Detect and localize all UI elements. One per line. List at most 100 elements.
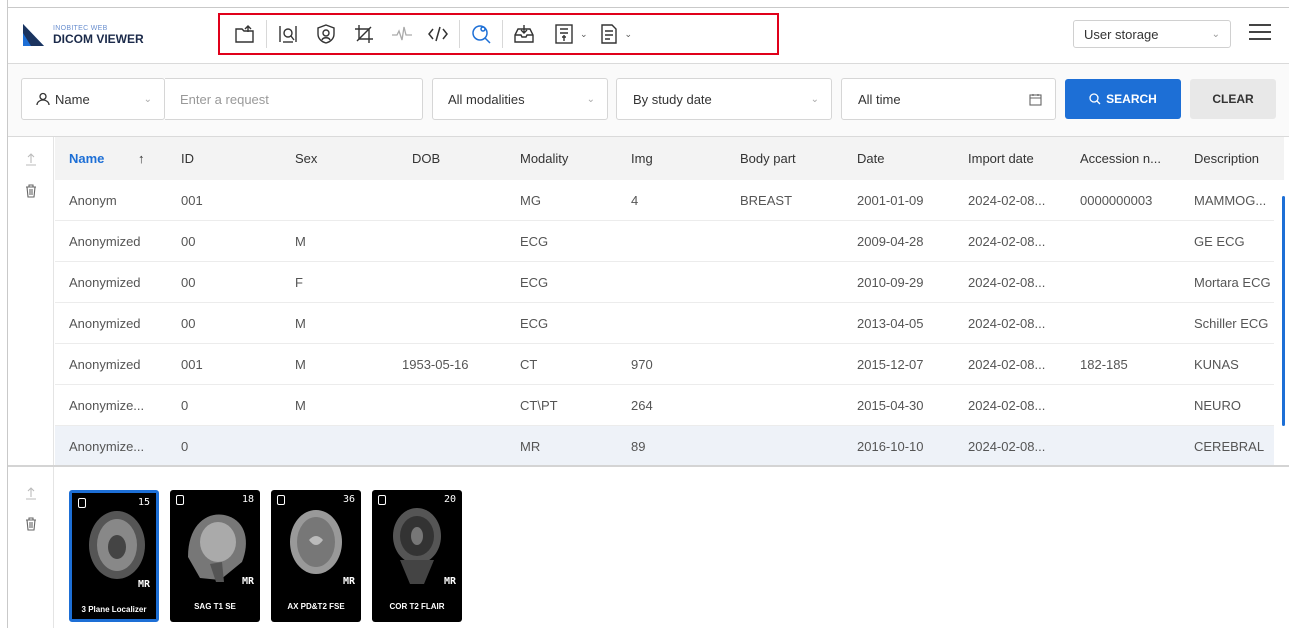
- cell-img: 4: [631, 193, 639, 208]
- column-header-img[interactable]: Img: [631, 151, 653, 166]
- cell-description: CEREBRAL: [1194, 439, 1265, 454]
- database-icon: [277, 495, 285, 505]
- cell-id: 001: [181, 357, 203, 372]
- cell-modality: ECG: [520, 234, 549, 249]
- cell-id: 001: [181, 193, 203, 208]
- cell-description: GE ECG: [1194, 234, 1245, 249]
- cell-description: Schiller ECG: [1194, 316, 1269, 331]
- column-header-modality[interactable]: Modality: [520, 151, 568, 166]
- crop-edit-icon[interactable]: [349, 19, 379, 49]
- series-image-count: 20: [443, 494, 456, 505]
- clear-button[interactable]: CLEAR: [1190, 79, 1276, 119]
- database-icon: [176, 495, 184, 505]
- download-tray-icon[interactable]: [509, 19, 539, 49]
- cell-name: Anonymized: [69, 234, 141, 249]
- cell-import-date: 2024-02-08...: [968, 357, 1046, 372]
- cell-name: Anonymize...: [69, 398, 145, 413]
- cell-modality: CT: [520, 357, 538, 372]
- column-header-sex[interactable]: Sex: [295, 151, 317, 166]
- column-header-dob[interactable]: DOB: [412, 151, 440, 166]
- column-header-import-date[interactable]: Import date: [968, 151, 1034, 166]
- search-settings-icon[interactable]: [466, 19, 496, 49]
- logo-title: DICOM VIEWER: [53, 32, 144, 46]
- cell-sex: M: [295, 234, 306, 249]
- column-header-accession[interactable]: Accession n...: [1080, 151, 1161, 166]
- search-button[interactable]: SEARCH: [1065, 79, 1181, 119]
- cell-date: 2016-10-10: [857, 439, 924, 454]
- cell-modality: MR: [520, 439, 541, 454]
- report-icon[interactable]: [594, 19, 624, 49]
- modality-select[interactable]: All modalities ⌄: [432, 78, 608, 120]
- search-bar: Name ⌄ Enter a request All modalities ⌄ …: [8, 64, 1289, 136]
- main-toolbar: ⌄ ⌄: [218, 13, 779, 55]
- chevron-down-icon: ⌄: [586, 93, 595, 105]
- series-label: 3 Plane Localizer: [81, 605, 147, 614]
- trash-icon[interactable]: [23, 516, 39, 532]
- hamburger-menu-icon[interactable]: [1249, 24, 1271, 44]
- table-scrollbar[interactable]: [1282, 196, 1285, 426]
- cell-sex: M: [295, 316, 306, 331]
- anonymize-shield-icon[interactable]: [311, 19, 341, 49]
- table-row[interactable]: Anonym 001 MG 4 BREAST 2001-01-09 2024-02-08..…: [55, 180, 1274, 221]
- cell-import-date: 2024-02-08...: [968, 398, 1046, 413]
- studies-side-strip: [8, 137, 54, 465]
- cell-date: 2015-04-30: [857, 398, 924, 413]
- ecg-wave-icon[interactable]: [387, 19, 417, 49]
- series-thumbnail[interactable]: 18 MR SAG T1 SE: [170, 490, 260, 622]
- cell-dob: 1953-05-16: [402, 357, 469, 372]
- series-image-count: 36: [342, 494, 355, 505]
- table-row[interactable]: Anonymize... 0 M CT\PT 264 2015-04-30 2024-02-…: [55, 385, 1274, 426]
- database-icon: [78, 498, 86, 508]
- search-icon: [1089, 93, 1101, 105]
- column-header-description[interactable]: Description: [1194, 151, 1259, 166]
- cell-sex: M: [295, 357, 306, 372]
- series-thumbnail[interactable]: 36 MR AX PD&T2 FSE: [271, 490, 361, 622]
- cell-import-date: 2024-02-08...: [968, 316, 1046, 331]
- cell-description: NEURO: [1194, 398, 1241, 413]
- period-picker[interactable]: All time: [841, 78, 1056, 120]
- app-logo[interactable]: INOBITEC WEB DICOM VIEWER: [20, 22, 144, 48]
- series-thumbnail[interactable]: 20 MR COR T2 FLAIR: [372, 490, 462, 622]
- series-thumbnail[interactable]: 15 MR 3 Plane Localizer: [69, 490, 159, 622]
- cell-img: 970: [631, 357, 653, 372]
- upload-icon[interactable]: [23, 485, 39, 501]
- user-icon: [36, 92, 50, 106]
- logo-subtitle: INOBITEC WEB: [53, 25, 108, 32]
- sort-ascending-icon[interactable]: ↑: [138, 151, 145, 166]
- cell-modality: ECG: [520, 316, 549, 331]
- export-caret-icon[interactable]: ⌄: [580, 29, 588, 40]
- cell-import-date: 2024-02-08...: [968, 234, 1046, 249]
- cell-description: Mortara ECG: [1194, 275, 1271, 290]
- date-type-select[interactable]: By study date ⌄: [616, 78, 832, 120]
- open-folder-icon[interactable]: [230, 19, 260, 49]
- storage-value: User storage: [1084, 26, 1159, 42]
- table-row[interactable]: Anonymized 00 M ECG 2009-04-28 2024-02-08... G…: [55, 221, 1274, 262]
- code-icon[interactable]: [423, 19, 453, 49]
- trash-icon[interactable]: [23, 183, 39, 199]
- column-header-date[interactable]: Date: [857, 151, 884, 166]
- table-row[interactable]: Anonymized 001 M 1953-05-16 CT 970 2015-12-07 2…: [55, 344, 1274, 385]
- cell-import-date: 2024-02-08...: [968, 275, 1046, 290]
- storage-select[interactable]: User storage ⌄: [1073, 20, 1231, 48]
- clear-button-label: CLEAR: [1212, 92, 1254, 106]
- series-modality: MR: [241, 576, 254, 587]
- table-row[interactable]: Anonymized 00 M ECG 2013-04-05 2024-02-08... S…: [55, 303, 1274, 344]
- column-header-name[interactable]: Name: [69, 151, 104, 166]
- column-header-id[interactable]: ID: [181, 151, 194, 166]
- cell-modality: MG: [520, 193, 541, 208]
- date-type-value: By study date: [633, 91, 712, 107]
- search-image-icon[interactable]: [273, 19, 303, 49]
- cell-img: 89: [631, 439, 646, 454]
- cell-sex: M: [295, 398, 306, 413]
- column-header-body-part[interactable]: Body part: [740, 151, 796, 166]
- series-modality: MR: [342, 576, 355, 587]
- cell-accession: 182-185: [1080, 357, 1128, 372]
- chevron-down-icon: ⌄: [810, 93, 819, 105]
- upload-icon[interactable]: [23, 151, 39, 167]
- search-request-input[interactable]: Enter a request: [165, 78, 423, 120]
- table-row[interactable]: Anonymized 00 F ECG 2010-09-29 2024-02-08... M…: [55, 262, 1274, 303]
- report-caret-icon[interactable]: ⌄: [625, 29, 633, 40]
- export-series-icon[interactable]: [549, 19, 579, 49]
- table-row[interactable]: Anonymize... 0 MR 89 2016-10-10 2024-02-08...…: [55, 426, 1274, 465]
- search-field-selector[interactable]: Name ⌄: [21, 78, 165, 120]
